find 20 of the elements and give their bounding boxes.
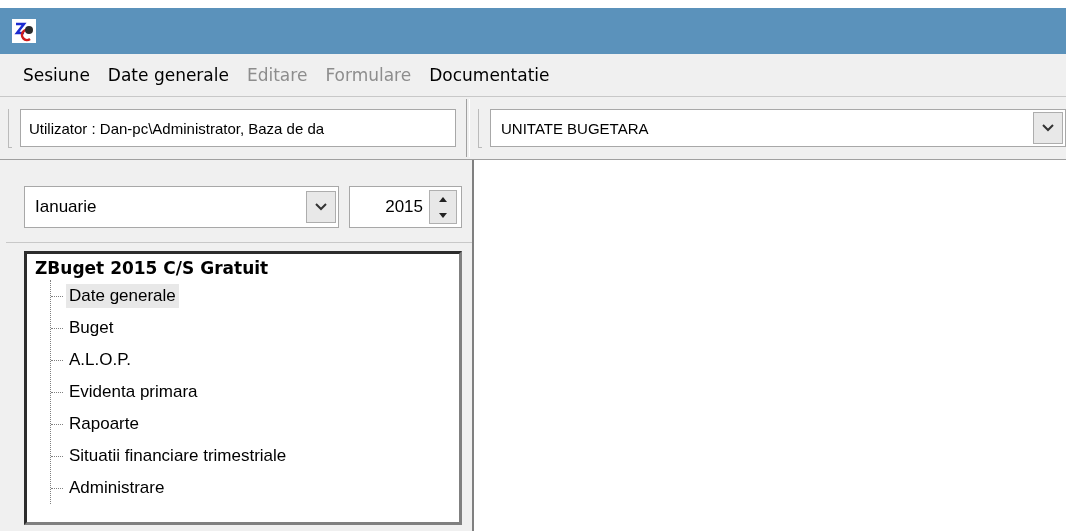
menu-item[interactable]: Documentatie — [420, 65, 559, 85]
chevron-down-icon — [1042, 124, 1054, 132]
unit-dropdown[interactable]: UNITATE BUGETARA — [490, 109, 1066, 147]
tree-item[interactable]: A.L.O.P. — [66, 348, 135, 372]
year-spinner[interactable]: 2015 — [348, 186, 462, 228]
menu-item[interactable]: Date generale — [98, 65, 238, 85]
month-dropdown[interactable]: Ianuarie — [24, 186, 339, 228]
tree-item[interactable]: Rapoarte — [66, 412, 142, 436]
tree-item[interactable]: Buget — [66, 316, 117, 340]
spin-down-icon — [439, 212, 447, 218]
chevron-down-icon — [314, 203, 327, 211]
menu-item[interactable]: Sesiune — [14, 65, 99, 85]
spin-up-icon — [439, 196, 447, 202]
tree-item[interactable]: Administrare — [66, 476, 168, 500]
tree-item[interactable]: Date generale — [66, 284, 179, 308]
tree-item[interactable]: Evidenta primara — [66, 380, 201, 404]
tree-item[interactable]: Situatii financiare trimestriale — [66, 444, 290, 468]
app-logo-icon — [12, 19, 36, 43]
user-field[interactable]: Utilizator : Dan-pc\Administrator, Baza de da — [20, 109, 456, 147]
tree-root[interactable]: ZBuget 2015 C/S Gratuit — [35, 258, 453, 278]
